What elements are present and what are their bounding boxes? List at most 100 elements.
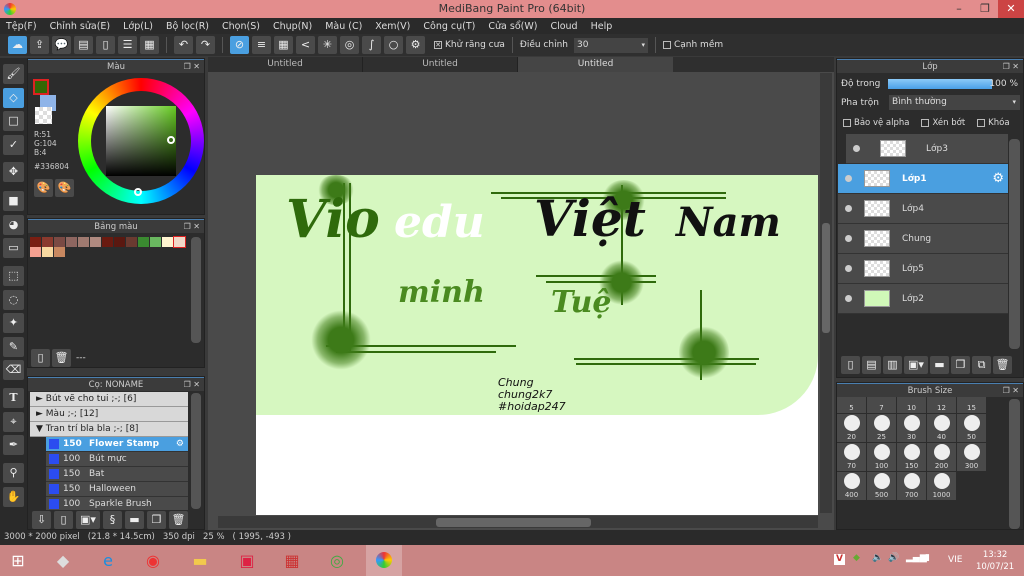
layer-row[interactable]: Lớp2 [838,284,1008,314]
visibility-icon[interactable] [845,295,852,302]
powerpoint-icon[interactable]: ▣ [232,548,262,574]
saturation-value-square[interactable] [106,106,176,176]
palette-settings-icon[interactable]: 🎨 [55,179,74,197]
app-icon[interactable]: ▦ [277,548,307,574]
list-icon[interactable]: ☰ [118,36,137,54]
script-brush-icon[interactable]: § [103,511,122,529]
medibang-taskbar-icon[interactable] [366,545,402,576]
menu-window[interactable]: Cửa sổ(W) [488,21,537,32]
hue-handle[interactable] [134,188,142,196]
internet-explorer-icon[interactable]: e [93,548,123,574]
panel-close-icon[interactable]: ❐ ✕ [184,60,200,74]
tab-untitled-2[interactable]: Untitled [363,57,518,72]
duplicate-brush-icon[interactable]: ❐ [147,511,166,529]
menu-file[interactable]: Tệp(F) [6,21,37,32]
brush-size-option[interactable]: 70 [837,443,866,471]
brush-item[interactable]: 150 Halloween [46,482,188,497]
tray-volume-icon[interactable]: 🔊 [888,553,899,563]
cloud-icon[interactable]: ☁ [8,36,27,54]
curve-snap-icon[interactable]: ∫ [362,36,381,54]
tray-battery-icon[interactable]: ▮ [925,553,930,563]
grid-snap-icon[interactable]: ▦ [274,36,293,54]
magic-wand-tool-icon[interactable]: ✦ [3,313,24,333]
fill-rect-tool-icon[interactable]: ■ [3,191,24,211]
hand-tool-icon[interactable]: ✋ [3,487,24,507]
gradient-tool-icon[interactable]: ▭ [3,238,24,258]
foreground-color-swatch[interactable] [33,79,49,95]
visibility-icon[interactable] [853,145,860,152]
comment-icon[interactable]: ▤ [74,36,93,54]
hue-wheel[interactable] [78,78,204,204]
layer-row[interactable]: Lớp1 ⚙ [838,164,1008,194]
rect-select-tool-icon[interactable]: ⬚ [3,266,24,286]
layer-row[interactable]: Lớp3 [846,134,1008,164]
undo-icon[interactable]: ↶ [174,36,193,54]
visibility-icon[interactable] [845,205,852,212]
adjust-dropdown[interactable]: 30 ▾ [573,37,648,53]
palette-swatch[interactable] [150,237,161,247]
menu-cloud[interactable]: Cloud [550,21,577,32]
palette-swatch[interactable] [54,237,65,247]
brush-size-option[interactable]: 700 [897,472,926,500]
palette-swatch[interactable] [30,237,41,247]
antialias-checkbox[interactable]: ✕ Khử răng cưa [434,40,505,50]
tray-v-icon[interactable]: V [834,554,845,565]
tab-untitled-1[interactable]: Untitled [208,57,363,72]
palette-swatch[interactable] [162,237,173,247]
brush-size-option[interactable]: 12 [927,397,956,413]
brush-item[interactable]: 150 Bat [46,467,188,482]
download-brush-icon[interactable]: ⇩ [32,511,51,529]
menu-layer[interactable]: Lớp(L) [123,21,153,32]
add-brush-dropdown-icon[interactable]: ▣▾ [76,511,100,529]
close-button[interactable]: ✕ [998,0,1024,18]
brush-size-option[interactable]: 25 [867,414,896,442]
select-pen-tool-icon[interactable]: ✎ [3,337,24,357]
tray-bluestacks-icon[interactable]: ◆ [853,553,860,563]
brush-size-option[interactable]: 15 [957,397,986,413]
palette-swatch[interactable] [78,237,89,247]
layer-scrollbar[interactable] [1009,139,1020,349]
clip-checkbox[interactable]: Xén bớt [921,118,965,128]
palette-swatch[interactable] [42,237,53,247]
brush-scrollbar[interactable] [191,393,201,509]
transparent-color-swatch[interactable] [35,107,52,124]
merge-layer-icon[interactable]: ⧉ [972,356,991,374]
brush-size-option[interactable]: 50 [957,414,986,442]
brush-item[interactable]: 100 Sparkle Brush [46,497,188,510]
duplicate-layer-icon[interactable]: ❐ [951,356,970,374]
eraser-tool-icon[interactable]: ◇ [3,88,24,108]
start-button-icon[interactable]: ⊞ [3,548,33,574]
menu-edit[interactable]: Chỉnh sửa(E) [50,21,111,32]
speech-bubble-icon[interactable]: 💬 [52,36,71,54]
text-tool-icon[interactable]: T [3,388,24,408]
brush-item[interactable]: 100 Bút mực [46,452,188,467]
soft-edge-checkbox[interactable]: Cạnh mềm [662,40,723,50]
folder-icon[interactable]: ▬ [930,356,949,374]
brush-size-option[interactable]: 30 [897,414,926,442]
new-palette-icon[interactable]: ▯ [31,349,50,367]
brush-size-option[interactable]: 200 [927,443,956,471]
shape-tool-icon[interactable]: □ [3,111,24,131]
bluestacks-icon[interactable]: ◆ [48,548,78,574]
brush-size-scrollbar[interactable] [1009,399,1020,529]
visibility-icon[interactable] [845,235,852,242]
palette-swatch[interactable] [30,247,41,257]
new-layer-icon[interactable]: ▯ [841,356,860,374]
drawing-canvas[interactable]: Vio edu Việt Nam minh Tuệ Chung chung2k7… [256,175,818,515]
snap-off-icon[interactable]: ⊘ [230,36,249,54]
settings-icon[interactable]: ⚙ [406,36,425,54]
gear-icon[interactable]: ⚙ [176,437,184,452]
brush-size-option[interactable]: 100 [867,443,896,471]
new-8bit-layer-icon[interactable]: ▥ [883,356,902,374]
minimize-button[interactable]: – [946,0,972,18]
horizontal-scrollbar[interactable] [218,516,818,528]
color-picker-handle[interactable] [167,136,175,144]
tray-network-icon[interactable]: ▂▄▆ [906,553,927,563]
layer-row[interactable]: Lớp5 [838,254,1008,284]
perspective-snap-icon[interactable]: < [296,36,315,54]
palette-scrollbar[interactable] [191,237,201,343]
visibility-icon[interactable] [845,175,852,182]
divide-tool-icon[interactable]: ✒ [3,435,24,455]
layer-row[interactable]: Lớp4 [838,194,1008,224]
circle-snap-icon[interactable]: ○ [384,36,403,54]
